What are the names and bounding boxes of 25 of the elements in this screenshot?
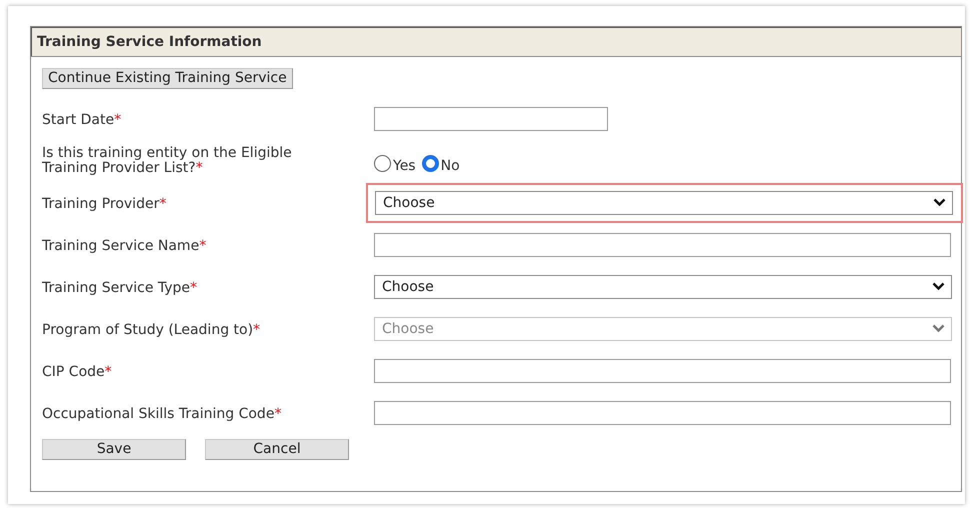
field-label: Training Provider* (42, 197, 166, 212)
radio-button[interactable] (374, 155, 391, 172)
field-label: Training Service Name* (42, 239, 206, 254)
field-label: CIP Code* (42, 365, 112, 380)
field-label: Training Service Type* (42, 281, 198, 296)
radio-label: No (440, 158, 460, 174)
text-field[interactable] (374, 358, 951, 382)
continue-button[interactable]: Continue Existing Training Service (42, 68, 293, 88)
field-label: Start Date* (42, 113, 122, 128)
caret-icon (933, 198, 946, 207)
radio-label: Yes (393, 158, 416, 174)
panel-title: Training Service Information (31, 27, 961, 57)
field-label: Program of Study (Leading to)* (42, 323, 260, 338)
field-label: Occupational Skills Training Code* (42, 407, 282, 422)
text-field[interactable] (374, 106, 608, 130)
text-field[interactable] (374, 232, 951, 256)
save-button[interactable]: Save (42, 438, 186, 460)
radio-button[interactable] (422, 155, 439, 172)
caret-icon (932, 324, 945, 333)
cancel-button[interactable]: Cancel (205, 438, 349, 460)
caret-icon (932, 282, 945, 291)
field-label: Is this training entity on the Eligible Training Provider List?* (42, 146, 293, 176)
dropdown[interactable]: Choose (375, 190, 953, 214)
dropdown[interactable]: Choose (374, 274, 952, 298)
text-field[interactable] (374, 400, 951, 424)
